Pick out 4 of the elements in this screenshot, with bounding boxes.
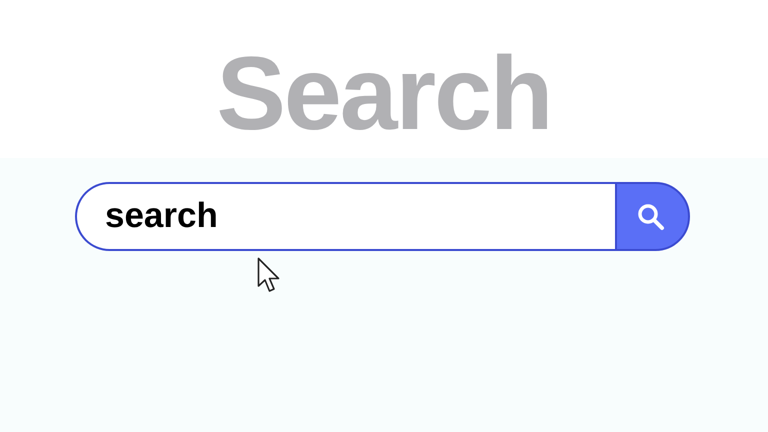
search-field[interactable]: search — [75, 182, 615, 251]
page-title: Search — [216, 42, 552, 146]
search-button[interactable] — [615, 182, 690, 251]
search-icon — [636, 202, 664, 230]
